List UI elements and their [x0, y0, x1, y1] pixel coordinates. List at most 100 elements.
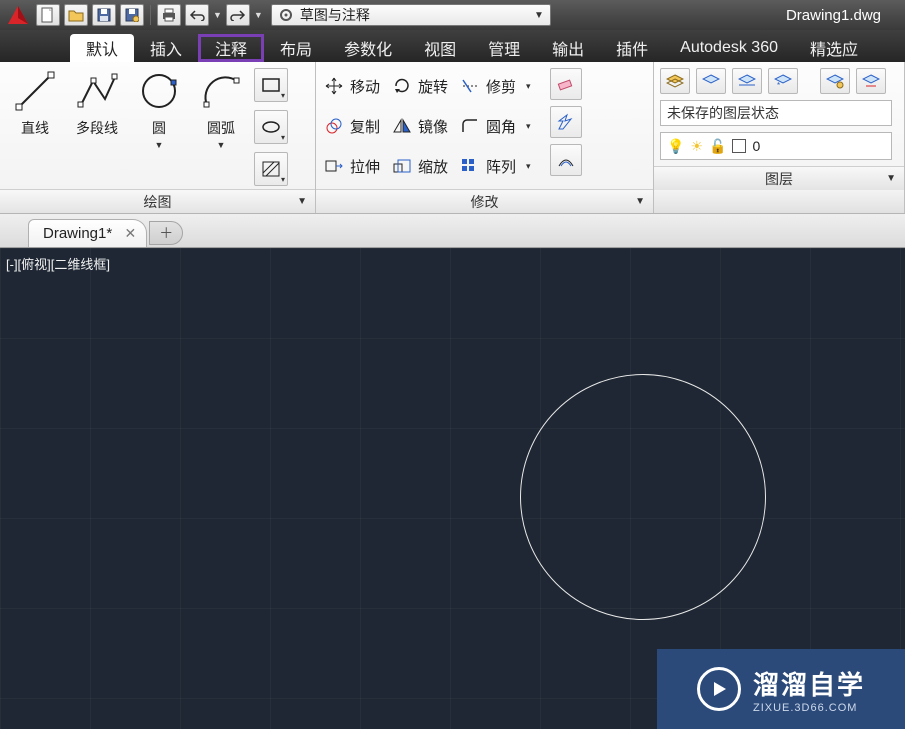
new-file-button[interactable] — [36, 4, 60, 26]
circle-button[interactable]: 圆 ▼ — [130, 68, 188, 150]
panel-layer: * 未保存的图层状态 💡 ☀ 🔓 0 图层 ▼ — [654, 62, 905, 213]
scale-icon — [392, 157, 412, 175]
lightbulb-icon: 💡 — [667, 138, 684, 155]
line-button[interactable]: 直线 — [6, 68, 64, 138]
rectangle-icon — [262, 78, 280, 92]
qat-separator — [150, 5, 151, 25]
menu-tab-autodesk360[interactable]: Autodesk 360 — [664, 34, 794, 62]
menu-tab-output[interactable]: 输出 — [536, 34, 600, 62]
watermark: 溜溜自学 ZIXUE.3D66.COM — [657, 649, 905, 729]
color-swatch — [732, 139, 746, 153]
print-button[interactable] — [157, 4, 181, 26]
rotate-button[interactable]: 旋转 — [390, 76, 450, 97]
menu-tab-manage[interactable]: 管理 — [472, 34, 536, 62]
undo-button[interactable] — [185, 4, 209, 26]
hatch-button[interactable]: ▾ — [254, 152, 288, 186]
circle-icon — [136, 68, 182, 114]
offset-button[interactable] — [550, 144, 582, 176]
menu-tab-parametric[interactable]: 参数化 — [328, 34, 408, 62]
layer-iso-button[interactable] — [732, 68, 762, 94]
ellipse-button[interactable]: ▾ — [254, 110, 288, 144]
ribbon: 直线 多段线 圆 ▼ 圆弧 ▼ — [0, 62, 905, 214]
drawing-canvas[interactable]: [-][俯视][二维线框] 溜溜自学 ZIXUE.3D66.COM — [0, 248, 905, 729]
mirror-button[interactable]: 镜像 — [390, 116, 450, 137]
arc-icon — [198, 68, 244, 114]
workspace-dropdown[interactable]: 草图与注释 ▼ — [271, 4, 551, 26]
layer-states-button[interactable] — [696, 68, 726, 94]
close-icon[interactable]: ✕ — [124, 225, 136, 242]
array-button[interactable]: 阵列 — [458, 156, 518, 177]
scale-button[interactable]: 缩放 — [390, 156, 450, 177]
menu-tab-annotate[interactable]: 注释 — [198, 34, 264, 62]
menu-tab-insert[interactable]: 插入 — [134, 34, 198, 62]
layer-match-button[interactable] — [820, 68, 850, 94]
stretch-button[interactable]: 拉伸 — [322, 156, 382, 177]
layer-freeze-button[interactable]: * — [768, 68, 798, 94]
layer-state-dropdown[interactable]: 未保存的图层状态 — [660, 100, 892, 126]
offset-icon — [557, 152, 575, 168]
panel-draw: 直线 多段线 圆 ▼ 圆弧 ▼ — [0, 62, 316, 213]
panel-layer-footer[interactable]: 图层 ▼ — [654, 166, 904, 190]
array-icon — [460, 157, 480, 175]
ellipse-icon — [261, 120, 281, 134]
viewport-label[interactable]: [-][俯视][二维线框] — [6, 254, 110, 273]
document-tab[interactable]: Drawing1* ✕ — [28, 219, 147, 247]
open-file-button[interactable] — [64, 4, 88, 26]
trim-dropdown[interactable]: ▾ — [526, 81, 538, 92]
hatch-icon — [262, 161, 280, 177]
trim-icon — [460, 77, 480, 95]
layer-name: 0 — [752, 138, 760, 154]
titlebar: ▼ ▼ 草图与注释 ▼ Drawing1.dwg — [0, 0, 905, 30]
arc-button[interactable]: 圆弧 ▼ — [192, 68, 250, 150]
redo-button[interactable] — [226, 4, 250, 26]
layer-current-dropdown[interactable]: 💡 ☀ 🔓 0 — [660, 132, 892, 160]
chevron-down-icon: ▼ — [155, 140, 164, 150]
sun-icon: ☀ — [690, 138, 703, 155]
svg-text:*: * — [777, 81, 780, 89]
polyline-button[interactable]: 多段线 — [68, 68, 126, 138]
layer-prev-icon — [862, 73, 880, 89]
fillet-button[interactable]: 圆角 — [458, 116, 518, 137]
move-button[interactable]: 移动 — [322, 76, 382, 97]
chevron-down-icon: ▼ — [534, 10, 544, 21]
workspace-label: 草图与注释 — [300, 5, 370, 25]
layer-prev-button[interactable] — [856, 68, 886, 94]
app-logo-icon[interactable] — [4, 3, 32, 27]
explode-button[interactable] — [550, 106, 582, 138]
menu-tab-layout[interactable]: 布局 — [264, 34, 328, 62]
panel-modify: 移动 旋转 修剪 ▾ 复制 镜像 圆角 ▾ 拉伸 缩放 阵列 ▾ 修改 ▼ — [316, 62, 654, 213]
saveas-button[interactable] — [120, 4, 144, 26]
layer-properties-button[interactable] — [660, 68, 690, 94]
rectangle-button[interactable]: ▾ — [254, 68, 288, 102]
fillet-dropdown[interactable]: ▾ — [526, 121, 538, 132]
mirror-icon — [392, 117, 412, 135]
explode-icon — [557, 113, 575, 131]
document-tab-bar: Drawing1* ✕ ＋ — [0, 214, 905, 248]
menu-tab-featured[interactable]: 精选应 — [794, 34, 874, 62]
layer-state-icon — [702, 73, 720, 89]
menu-tab-view[interactable]: 视图 — [408, 34, 472, 62]
play-icon — [697, 667, 741, 711]
erase-button[interactable] — [550, 68, 582, 100]
drawn-circle[interactable] — [520, 374, 766, 620]
plus-icon: ＋ — [159, 223, 173, 243]
panel-draw-footer[interactable]: 绘图 ▼ — [0, 189, 315, 213]
save-button[interactable] — [92, 4, 116, 26]
panel-modify-footer[interactable]: 修改 ▼ — [316, 189, 653, 213]
copy-icon — [324, 117, 344, 135]
undo-dropdown-icon[interactable]: ▼ — [213, 10, 222, 20]
menu-tab-plugins[interactable]: 插件 — [600, 34, 664, 62]
chevron-down-icon: ▼ — [217, 140, 226, 150]
trim-button[interactable]: 修剪 — [458, 76, 518, 97]
array-dropdown[interactable]: ▾ — [526, 161, 538, 172]
menu-tab-default[interactable]: 默认 — [70, 34, 134, 62]
layers-icon — [666, 73, 684, 89]
new-tab-button[interactable]: ＋ — [149, 221, 183, 245]
document-title: Drawing1.dwg — [786, 7, 881, 24]
move-icon — [324, 77, 344, 95]
copy-button[interactable]: 复制 — [322, 116, 382, 137]
gear-icon — [278, 7, 294, 23]
line-icon — [12, 68, 58, 114]
chevron-down-icon: ▼ — [886, 173, 896, 184]
redo-dropdown-icon[interactable]: ▼ — [254, 10, 263, 20]
